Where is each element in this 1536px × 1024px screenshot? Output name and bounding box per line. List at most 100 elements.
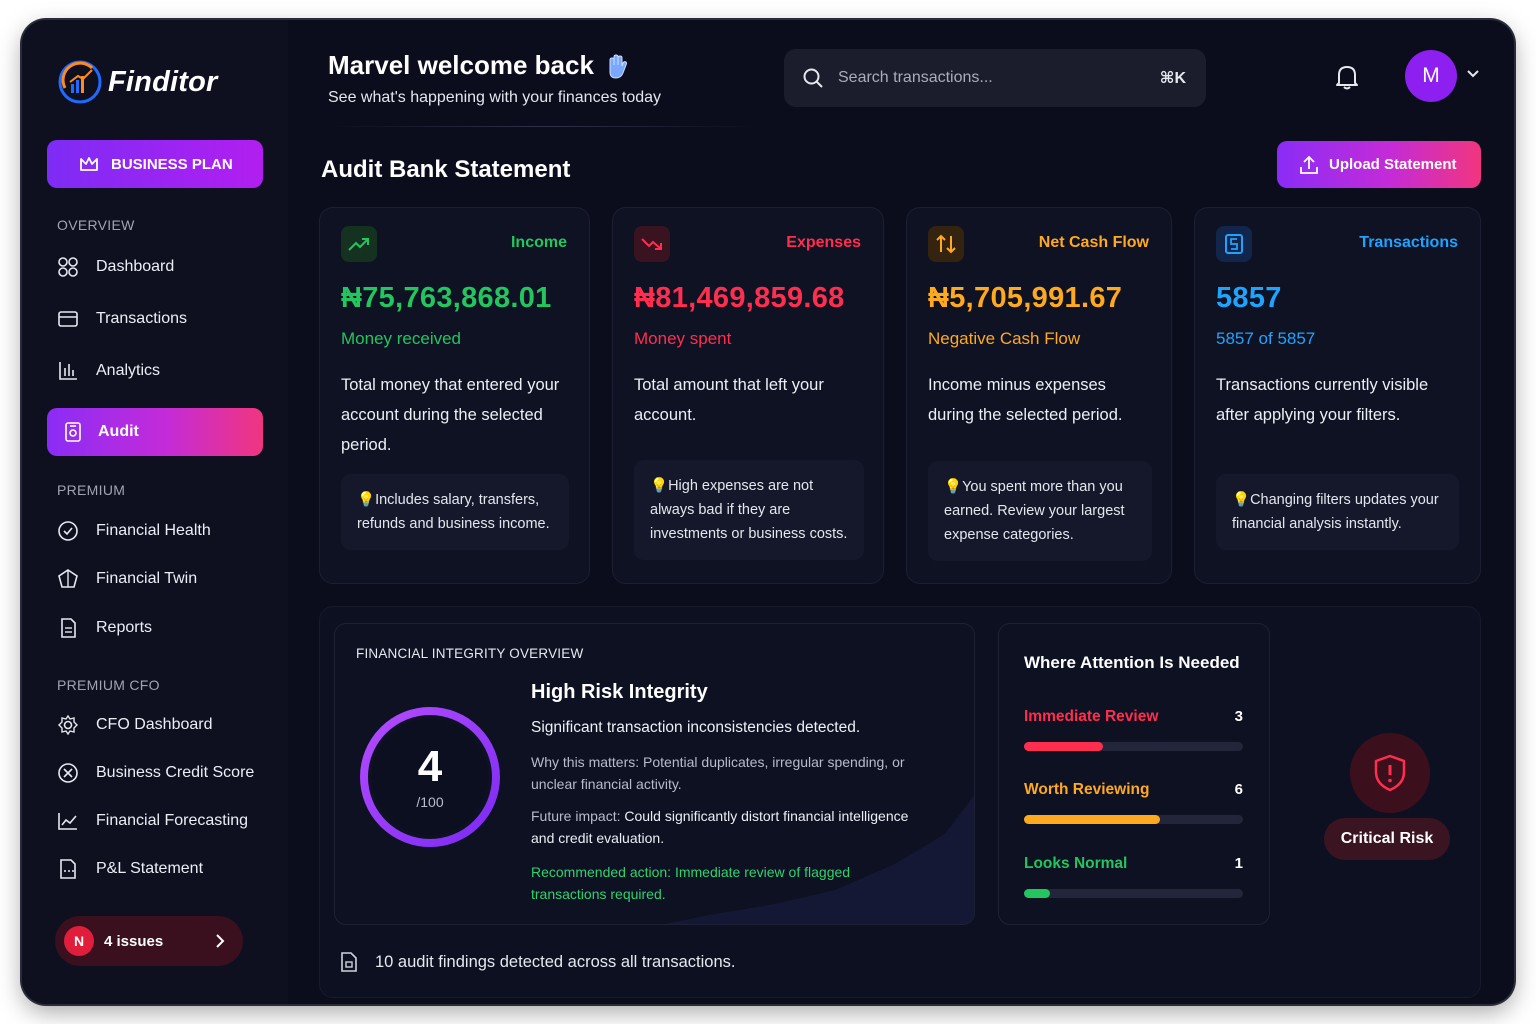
sidebar-item-label: Financial Forecasting <box>96 812 249 829</box>
check-circle-icon <box>58 521 78 541</box>
card-description: Total amount that left your account. <box>634 376 824 424</box>
logo[interactable]: Finditor <box>56 58 218 106</box>
expenses-card: Expenses ₦81,469,859.68 Money spent Tota… <box>612 207 884 584</box>
attention-row-count: 3 <box>1234 708 1243 725</box>
card-subtitle: Money spent <box>634 329 732 348</box>
card-value: 5857 <box>1216 282 1282 314</box>
wave-hand-icon <box>609 53 627 79</box>
financial-integrity-card: FINANCIAL INTEGRITY OVERVIEW 4 /100 High… <box>334 623 975 925</box>
integrity-recommendation: Recommended action: Immediate review of … <box>531 864 851 902</box>
sidebar-item-label: Audit <box>98 423 139 440</box>
progress-fill <box>1024 889 1051 898</box>
integrity-score-max: /100 <box>416 794 444 810</box>
statement-icon <box>60 859 76 879</box>
gear-icon <box>58 714 78 736</box>
impact-label: Future impact: <box>531 808 621 824</box>
progress-fill <box>1024 742 1103 751</box>
integrity-score: 4 <box>417 742 443 791</box>
integrity-lead: Significant transaction inconsistencies … <box>531 719 861 736</box>
chevron-right-icon <box>216 934 225 948</box>
app-window: Finditor BUSINESS PLAN OVERVIEW Dashboar… <box>22 20 1514 1004</box>
sidebar-item-label: CFO Dashboard <box>96 716 213 733</box>
sidebar-item-label: Financial Health <box>96 522 211 539</box>
sidebar-item-reports[interactable]: Reports <box>57 617 152 639</box>
card-label: Transactions <box>1359 234 1458 251</box>
integrity-impact: Future impact: Could significantly disto… <box>531 805 911 849</box>
section-label-premium-cfo: PREMIUM CFO <box>57 677 160 693</box>
search-shortcut: ⌘K <box>1159 70 1186 87</box>
card-description: Income minus expenses during the selecte… <box>928 376 1123 424</box>
attention-row-worth[interactable]: Worth Reviewing 6 <box>1024 781 1243 824</box>
sidebar-item-financial-forecasting[interactable]: Financial Forecasting <box>57 810 248 832</box>
card-subtitle: 5857 of 5857 <box>1216 329 1316 348</box>
search-bar[interactable]: ⌘K <box>784 49 1206 107</box>
search-input[interactable] <box>838 69 1146 87</box>
card-tip: 💡High expenses are not always bad if the… <box>634 460 864 560</box>
page-title: Audit Bank Statement <box>321 156 571 183</box>
card-value: ₦75,763,868.01 <box>341 282 552 314</box>
sidebar-item-financial-health[interactable]: Financial Health <box>57 520 211 542</box>
welcome-text: Marvel welcome back <box>328 50 594 80</box>
upload-statement-button[interactable]: Upload Statement <box>1277 141 1481 188</box>
sidebar-item-label: Dashboard <box>96 258 175 275</box>
audit-icon <box>65 422 81 442</box>
sidebar-item-financial-twin[interactable]: Financial Twin <box>57 568 197 590</box>
welcome-subtitle: See what's happening with your finances … <box>328 89 662 106</box>
integrity-panel: FINANCIAL INTEGRITY OVERVIEW 4 /100 High… <box>319 606 1481 998</box>
sidebar-item-label: P&L Statement <box>96 860 204 877</box>
progress-track <box>1024 815 1243 824</box>
lightbulb-icon: 💡 <box>650 478 669 494</box>
sidebar-item-audit[interactable]: Audit <box>47 408 263 456</box>
sidebar-item-cfo-dashboard[interactable]: CFO Dashboard <box>57 714 213 736</box>
integrity-why: Why this matters: Potential duplicates, … <box>531 751 911 795</box>
notification-bell-icon[interactable] <box>1334 63 1360 91</box>
sidebar-item-transactions[interactable]: Transactions <box>57 308 187 330</box>
net-cash-flow-card: Net Cash Flow ₦5,705,991.67 Negative Cas… <box>906 207 1172 584</box>
transactions-card: Transactions 5857 5857 of 5857 Transacti… <box>1194 207 1481 584</box>
progress-fill <box>1024 815 1160 824</box>
attention-row-count: 6 <box>1234 781 1243 798</box>
card-tip: 💡Changing filters updates your financial… <box>1216 474 1459 550</box>
sidebar-item-pl-statement[interactable]: P&L Statement <box>57 858 203 880</box>
sidebar-item-business-credit-score[interactable]: Business Credit Score <box>57 762 254 784</box>
card-label: Expenses <box>786 234 861 251</box>
avatar[interactable]: M <box>1405 50 1457 102</box>
chevron-down-icon[interactable] <box>1467 70 1479 78</box>
sidebar-item-dashboard[interactable]: Dashboard <box>57 256 174 278</box>
card-label: Net Cash Flow <box>1038 234 1149 251</box>
card-value: ₦81,469,859.68 <box>634 282 845 314</box>
card-tip: 💡Includes salary, transfers, refunds and… <box>341 474 569 550</box>
critical-risk-label: Critical Risk <box>1324 818 1450 860</box>
welcome-title: Marvel welcome back <box>328 50 661 81</box>
business-plan-button[interactable]: BUSINESS PLAN <box>47 140 263 188</box>
attention-row-normal[interactable]: Looks Normal 1 <box>1024 855 1243 898</box>
attention-row-label: Worth Reviewing <box>1024 781 1150 798</box>
line-chart-icon <box>58 813 77 830</box>
attention-row-immediate[interactable]: Immediate Review 3 <box>1024 708 1243 751</box>
sidebar-item-label: Analytics <box>96 362 161 379</box>
integrity-score-ring: 4 /100 <box>355 702 505 852</box>
issues-badge: N <box>64 926 94 956</box>
issues-indicator[interactable]: N 4 issues <box>55 916 243 966</box>
trend-down-icon <box>634 226 670 262</box>
document-icon <box>1216 226 1252 262</box>
integrity-title: High Risk Integrity <box>531 681 708 703</box>
logo-icon <box>58 60 102 104</box>
card-tip-text: High expenses are not always bad if they… <box>650 478 848 542</box>
section-label-premium: PREMIUM <box>57 482 126 498</box>
header-divider <box>328 126 758 127</box>
card-description: Transactions currently visible after app… <box>1216 376 1429 424</box>
upload-icon <box>1300 155 1318 174</box>
lightbulb-icon: 💡 <box>944 479 963 495</box>
card-value: ₦5,705,991.67 <box>928 282 1123 314</box>
trend-up-icon <box>341 226 377 262</box>
upload-statement-label: Upload Statement <box>1329 156 1457 173</box>
sidebar-item-label: Business Credit Score <box>96 764 255 781</box>
card-description: Total money that entered your account du… <box>341 376 560 454</box>
card-subtitle: Negative Cash Flow <box>928 329 1081 348</box>
bar-chart-icon <box>59 362 77 380</box>
card-tip-text: You spent more than you earned. Review y… <box>944 479 1125 543</box>
attention-card: Where Attention Is Needed Immediate Revi… <box>998 623 1270 925</box>
sidebar-item-analytics[interactable]: Analytics <box>57 360 160 382</box>
logo-text: Finditor <box>108 65 218 98</box>
